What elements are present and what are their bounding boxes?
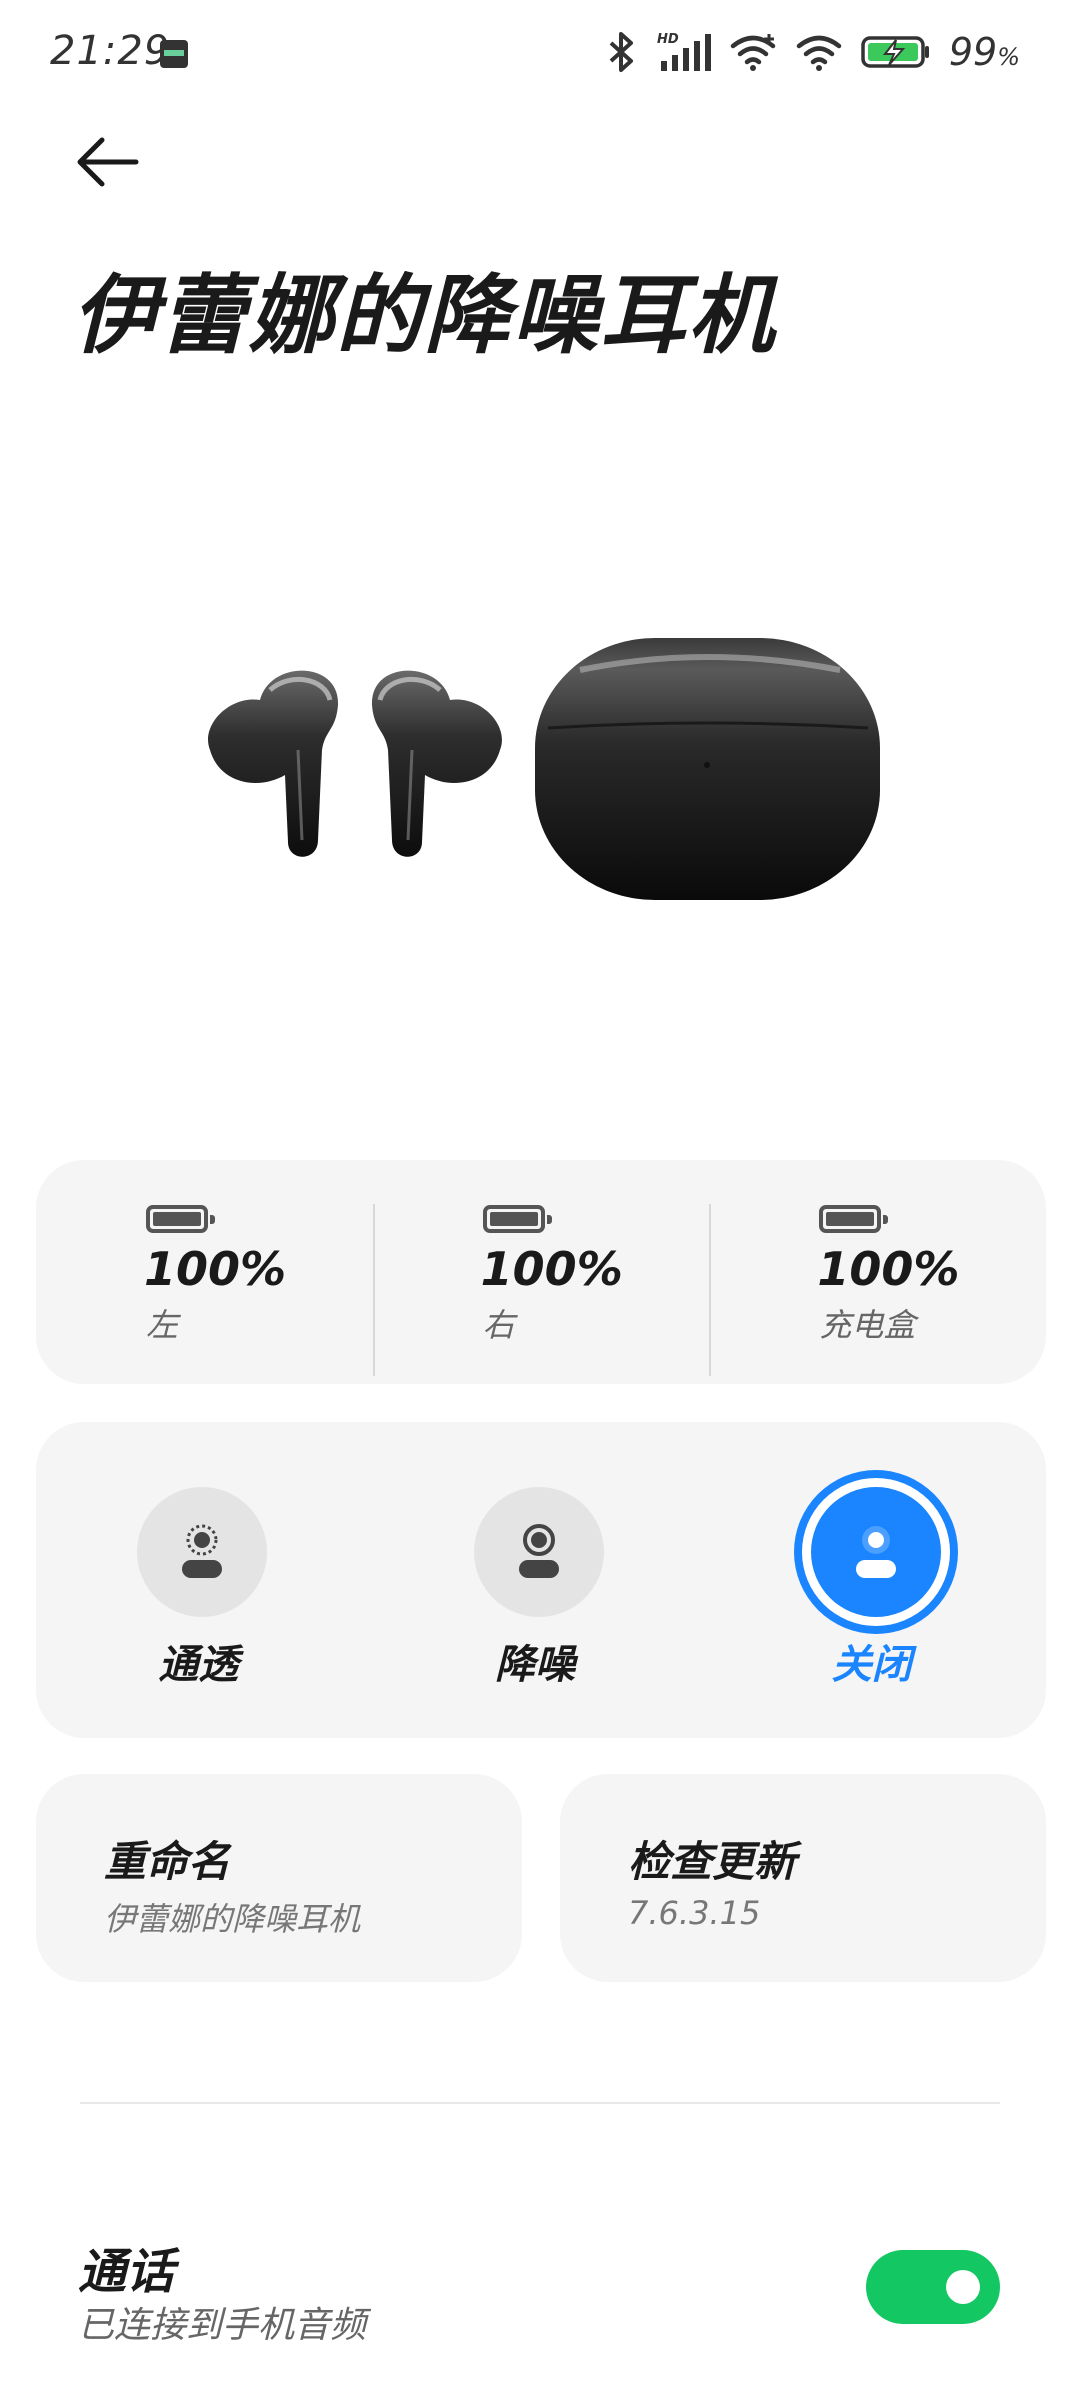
call-subtitle: 已连接到手机音频 [78, 2305, 367, 2346]
firmware-version: 7.6.3.15 [628, 1894, 761, 1932]
battery-right: 100% 右 [372, 1160, 710, 1384]
battery-label: 充电盒 [819, 1306, 916, 1344]
battery-value: 100% [144, 1242, 287, 1296]
page-title: 伊蕾娜的降噪耳机 [72, 266, 776, 366]
check-update-card[interactable]: 检查更新 7.6.3.15 [560, 1774, 1046, 1982]
mode-off-icon [855, 1526, 896, 1578]
right-earbud [371, 670, 502, 857]
battery-charging-icon [861, 36, 929, 68]
back-arrow-icon [77, 137, 139, 187]
mode-label: 降噪 [495, 1642, 575, 1688]
back-button[interactable] [72, 126, 144, 198]
update-title: 检查更新 [628, 1837, 797, 1886]
mode-button-off[interactable] [810, 1487, 941, 1617]
battery-value: 100% [817, 1242, 960, 1296]
mode-label: 通透 [158, 1642, 239, 1688]
mode-transparency[interactable]: 通透 [36, 1422, 373, 1738]
noise-cancel-mode-icon [519, 1524, 559, 1578]
mode-off[interactable]: 关闭 [709, 1422, 1046, 1738]
toggle-knob [946, 2270, 980, 2304]
status-icons: HD 99% [605, 30, 1020, 74]
battery-card: 100% 左 100% 右 100% 充电盒 [36, 1160, 1046, 1384]
call-title: 通话 [78, 2244, 175, 2300]
call-toggle[interactable] [866, 2250, 1000, 2324]
battery-percent: 99% [948, 30, 1020, 74]
mode-button-noise-cancel[interactable] [474, 1487, 604, 1617]
device-name: 伊蕾娜的降噪耳机 [104, 1900, 361, 1938]
mode-label: 关闭 [831, 1642, 912, 1688]
charging-case [535, 638, 880, 900]
battery-unit: % [997, 43, 1020, 71]
battery-case: 100% 充电盒 [709, 1160, 1046, 1384]
wifi-icon [796, 35, 842, 71]
battery-left: 100% 左 [36, 1160, 373, 1384]
network-type-label: HD [657, 32, 679, 47]
mode-noise-cancel[interactable]: 降噪 [373, 1422, 710, 1738]
battery-value: 100% [480, 1242, 623, 1296]
signal-icon: HD [657, 32, 711, 71]
bluetooth-icon [609, 32, 633, 72]
battery-icon [482, 1205, 552, 1233]
battery-label: 左 [146, 1306, 179, 1344]
battery-icon [146, 1205, 215, 1233]
noise-mode-card: 通透 降噪 关闭 [36, 1422, 1046, 1738]
status-bar: 21:29 HD 99% [0, 0, 1080, 104]
left-earbud [208, 670, 339, 857]
sim-card-icon [160, 40, 188, 68]
divider [80, 2102, 1000, 2104]
status-time: 21:29 [50, 28, 171, 74]
rename-card[interactable]: 重命名 伊蕾娜的降噪耳机 [36, 1774, 522, 1982]
wifi-icon [730, 34, 776, 71]
rename-title: 重命名 [104, 1837, 231, 1886]
product-image [190, 600, 890, 920]
mode-button-transparency[interactable] [137, 1487, 268, 1617]
battery-icon [819, 1205, 889, 1233]
battery-label: 右 [482, 1306, 515, 1344]
transparency-mode-icon [182, 1524, 223, 1578]
